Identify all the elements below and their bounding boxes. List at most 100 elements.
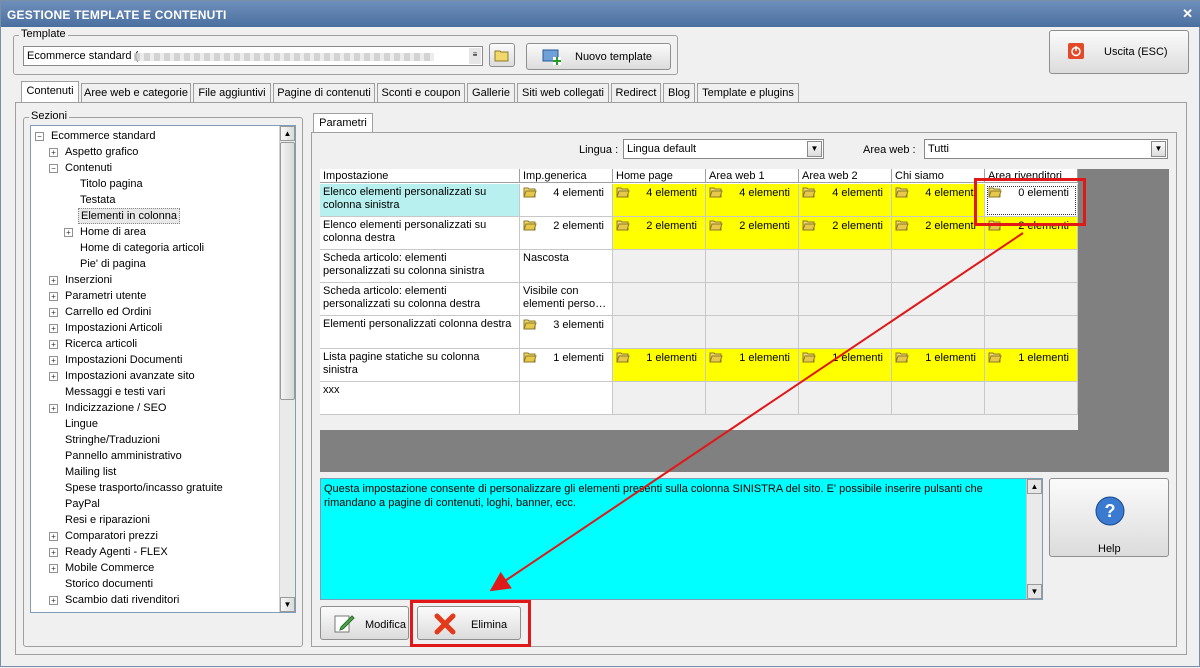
chevron-down-icon[interactable]: ≡	[469, 48, 481, 64]
setting-name-cell[interactable]: Lista pagine statiche su colonna sinistr…	[320, 349, 520, 382]
value-cell[interactable]	[520, 382, 613, 415]
folder-icon[interactable]	[523, 318, 537, 330]
expand-icon[interactable]: +	[49, 308, 58, 317]
value-cell[interactable]: 2 elementi	[520, 217, 613, 250]
chevron-down-icon[interactable]: ▼	[807, 141, 822, 157]
value-cell[interactable]: 1 elementi	[985, 349, 1078, 382]
value-cell[interactable]	[892, 316, 985, 349]
setting-name-cell[interactable]: Elenco elementi personalizzati su colonn…	[320, 184, 520, 217]
folder-icon[interactable]	[709, 351, 723, 363]
scroll-up-icon[interactable]: ▲	[280, 126, 295, 141]
expand-icon[interactable]: +	[49, 292, 58, 301]
value-cell[interactable]: 4 elementi	[799, 184, 892, 217]
value-cell[interactable]: Nascosta	[520, 250, 613, 283]
folder-icon[interactable]	[523, 186, 537, 198]
folder-icon[interactable]	[895, 351, 909, 363]
value-cell[interactable]	[613, 316, 706, 349]
collapse-icon[interactable]: −	[49, 164, 58, 173]
folder-icon[interactable]	[895, 186, 909, 198]
value-cell[interactable]: 4 elementi	[892, 184, 985, 217]
value-cell[interactable]: Visibile con elementi perso…	[520, 283, 613, 316]
tab-parametri[interactable]: Parametri	[313, 113, 373, 133]
tab-contenuti[interactable]: Contenuti	[21, 81, 79, 103]
tab-file-aggiuntivi[interactable]: File aggiuntivi	[193, 83, 271, 103]
area-web-select[interactable]: Tutti ▼	[924, 139, 1168, 159]
value-cell[interactable]: 3 elementi	[520, 316, 613, 349]
chevron-down-icon[interactable]: ▼	[1151, 141, 1166, 157]
value-cell[interactable]	[985, 250, 1078, 283]
folder-icon[interactable]	[523, 351, 537, 363]
folder-icon[interactable]	[523, 219, 537, 231]
value-cell[interactable]	[706, 382, 799, 415]
value-cell[interactable]: 1 elementi	[520, 349, 613, 382]
value-cell[interactable]: 2 elementi	[706, 217, 799, 250]
column-header[interactable]: Impostazione	[320, 169, 520, 183]
column-header[interactable]: Area web 2	[799, 169, 892, 183]
value-cell[interactable]: 1 elementi	[613, 349, 706, 382]
setting-name-cell[interactable]: xxx	[320, 382, 520, 415]
folder-icon[interactable]	[802, 351, 816, 363]
column-header[interactable]: Home page	[613, 169, 706, 183]
value-cell[interactable]: 2 elementi	[892, 217, 985, 250]
setting-name-cell[interactable]: Scheda articolo: elementi personalizzati…	[320, 283, 520, 316]
value-cell[interactable]	[892, 250, 985, 283]
column-header[interactable]: Area web 1	[706, 169, 799, 183]
value-cell[interactable]: 4 elementi	[706, 184, 799, 217]
folder-icon[interactable]	[616, 186, 630, 198]
expand-icon[interactable]: +	[49, 404, 58, 413]
folder-icon[interactable]	[616, 219, 630, 231]
value-cell[interactable]: 1 elementi	[892, 349, 985, 382]
expand-icon[interactable]: +	[49, 548, 58, 557]
value-cell[interactable]	[613, 250, 706, 283]
value-cell[interactable]	[985, 283, 1078, 316]
new-template-button[interactable]: Nuovo template	[526, 43, 671, 70]
scroll-down-icon[interactable]: ▼	[280, 597, 295, 612]
expand-icon[interactable]: +	[49, 340, 58, 349]
lingua-select[interactable]: Lingua default ▼	[623, 139, 824, 159]
expand-icon[interactable]: +	[49, 372, 58, 381]
folder-icon[interactable]	[616, 351, 630, 363]
value-cell[interactable]	[985, 316, 1078, 349]
tab-pagine-contenuti[interactable]: Pagine di contenuti	[273, 83, 375, 103]
value-cell[interactable]	[799, 283, 892, 316]
template-select[interactable]: Ecommerce standard ( ≡	[23, 46, 483, 66]
setting-name-cell[interactable]: Elenco elementi personalizzati su colonn…	[320, 217, 520, 250]
column-header[interactable]: Imp.generica	[520, 169, 613, 183]
value-cell[interactable]: 1 elementi	[706, 349, 799, 382]
value-cell[interactable]: 4 elementi	[520, 184, 613, 217]
expand-icon[interactable]: +	[49, 148, 58, 157]
sections-tree[interactable]: ▲ ▼ − Ecommerce standard + Aspetto grafico −…	[30, 125, 296, 613]
value-cell[interactable]: 2 elementi	[799, 217, 892, 250]
folder-icon[interactable]	[709, 219, 723, 231]
help-button[interactable]: ? Help	[1049, 478, 1169, 557]
value-cell[interactable]	[799, 316, 892, 349]
value-cell[interactable]	[706, 250, 799, 283]
value-cell[interactable]: 2 elementi	[613, 217, 706, 250]
scroll-up-icon[interactable]: ▲	[1027, 479, 1042, 494]
expand-icon[interactable]: +	[49, 532, 58, 541]
tab-blog[interactable]: Blog	[663, 83, 695, 103]
tab-aree-web[interactable]: Aree web e categorie	[81, 83, 191, 103]
exit-button[interactable]: Uscita (ESC)	[1049, 30, 1189, 74]
value-cell[interactable]	[985, 382, 1078, 415]
value-cell[interactable]: 1 elementi	[799, 349, 892, 382]
folder-icon[interactable]	[709, 186, 723, 198]
setting-name-cell[interactable]: Scheda articolo: elementi personalizzati…	[320, 250, 520, 283]
expand-icon[interactable]: +	[49, 564, 58, 573]
column-header[interactable]: Chi siamo	[892, 169, 985, 183]
value-cell[interactable]	[799, 382, 892, 415]
tab-sconti-coupon[interactable]: Sconti e coupon	[377, 83, 465, 103]
description-scrollbar[interactable]: ▲ ▼	[1026, 479, 1042, 599]
folder-icon[interactable]	[988, 351, 1002, 363]
folder-icon[interactable]	[802, 219, 816, 231]
expand-icon[interactable]: +	[49, 276, 58, 285]
value-cell[interactable]	[613, 283, 706, 316]
value-cell[interactable]	[892, 382, 985, 415]
tab-template-plugins[interactable]: Template e plugins	[697, 83, 799, 103]
expand-icon[interactable]: +	[49, 356, 58, 365]
value-cell[interactable]	[706, 316, 799, 349]
expand-icon[interactable]: +	[49, 596, 58, 605]
scroll-thumb[interactable]	[280, 142, 295, 400]
folder-icon[interactable]	[895, 219, 909, 231]
expand-icon[interactable]: +	[64, 228, 73, 237]
